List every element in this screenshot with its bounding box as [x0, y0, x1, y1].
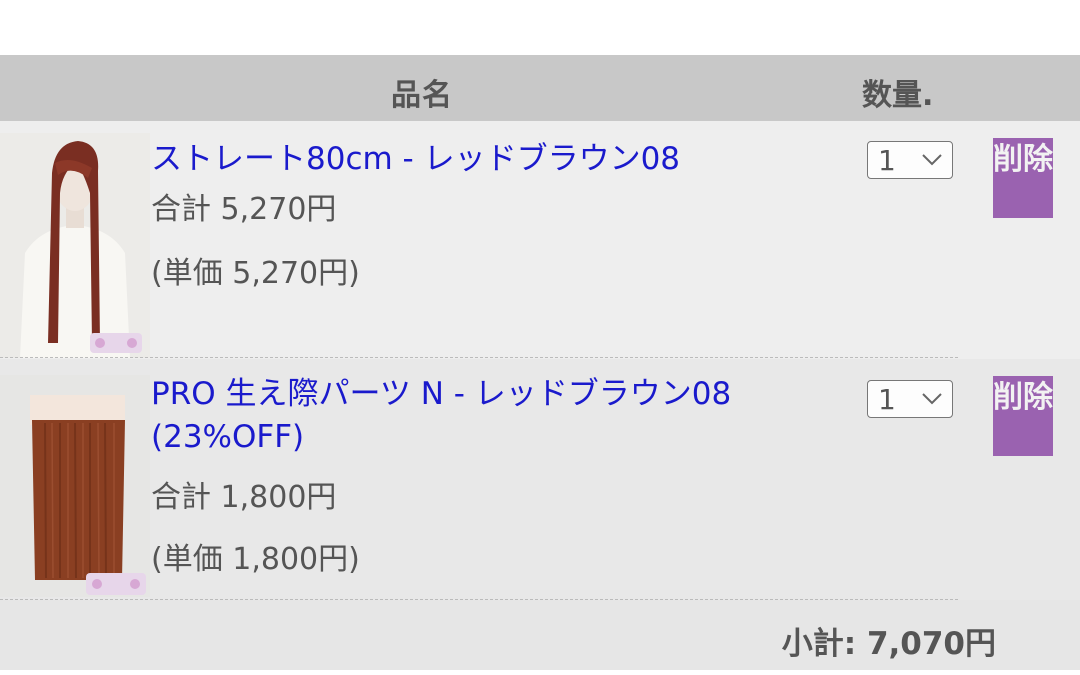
- quantity-value: 1: [878, 144, 896, 177]
- cart-table-header: 品名 数量.: [0, 55, 1080, 121]
- product-thumbnail[interactable]: [0, 375, 150, 597]
- item-total: 合計 5,270円: [151, 192, 337, 227]
- subtotal-text: 小計: 7,070円: [781, 626, 996, 662]
- product-name-link[interactable]: PRO 生え際パーツ N - レッドブラウン08 (23%OFF): [151, 373, 791, 459]
- row-divider: [0, 357, 958, 358]
- hair-piece-image-icon: [0, 375, 150, 597]
- quantity-select[interactable]: 1: [867, 380, 953, 418]
- item-total: 合計 1,800円: [151, 480, 337, 515]
- product-name-column-header: 品名: [391, 78, 453, 113]
- quantity-value: 1: [878, 383, 896, 416]
- cart-item-row: PRO 生え際パーツ N - レッドブラウン08 (23%OFF) 合計 1,8…: [0, 359, 1080, 600]
- unit-price: (単価 5,270円): [151, 256, 360, 291]
- product-thumbnail[interactable]: [0, 133, 150, 358]
- subtotal-bar: 小計: 7,070円: [0, 600, 1080, 670]
- chevron-down-icon: [922, 154, 942, 166]
- unit-price: (単価 1,800円): [151, 542, 360, 577]
- delete-button[interactable]: 削除: [993, 138, 1053, 218]
- delete-button[interactable]: 削除: [993, 376, 1053, 456]
- quantity-select[interactable]: 1: [867, 141, 953, 179]
- product-name-link[interactable]: ストレート80cm - レッドブラウン08: [151, 138, 680, 181]
- wig-image-icon: [0, 133, 150, 358]
- quantity-column-header: 数量.: [862, 78, 934, 113]
- cart-item-row: ストレート80cm - レッドブラウン08 合計 5,270円 (単価 5,27…: [0, 121, 1080, 359]
- chevron-down-icon: [922, 393, 942, 405]
